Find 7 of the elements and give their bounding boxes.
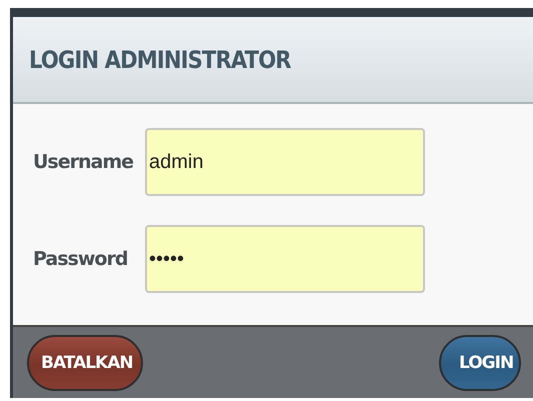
cancel-button[interactable]: BATALKAN: [27, 334, 143, 390]
dialog-title: LOGIN ADMINISTRATOR: [29, 46, 291, 74]
input-field[interactable]: admin: [145, 128, 425, 196]
input-field[interactable]: •••••: [145, 225, 425, 293]
field-label: Password: [32, 248, 128, 270]
login-button[interactable]: LOGIN: [439, 334, 521, 390]
field-label: Username: [32, 151, 134, 173]
